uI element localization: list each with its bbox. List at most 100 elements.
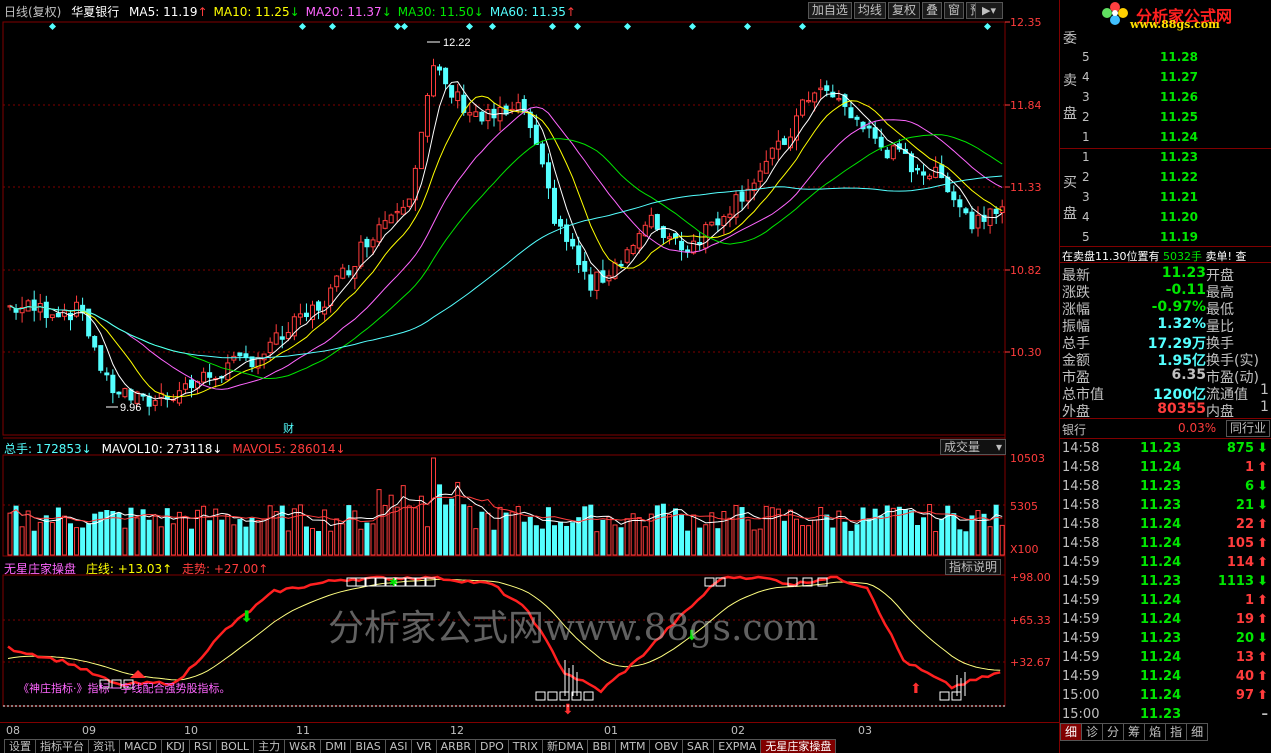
indicator-name[interactable]: 无星庄家操盘 bbox=[4, 562, 76, 576]
chart-canvas[interactable]: ⬇⬇✱⬆⬇ 12.22 9.96 财 分析家公式网www.88gs.com 《神… bbox=[0, 0, 1058, 722]
indicator-tab[interactable]: ASI bbox=[384, 739, 413, 753]
indicator-tab[interactable]: 无星庄家操盘 bbox=[760, 739, 837, 753]
indicator-tab[interactable]: BBI bbox=[587, 739, 616, 753]
indicator-tab[interactable]: 指标平台 bbox=[35, 739, 89, 753]
indicator-tab[interactable]: W&R bbox=[284, 739, 322, 753]
candle-body bbox=[273, 332, 279, 345]
volume-bar bbox=[691, 514, 697, 556]
expand-menu-button[interactable]: ▶▾ bbox=[975, 2, 1003, 19]
kline-chart-area[interactable]: ⬇ ⬇ ✱ ⬆ ⬇ 12.22 9.96 财 分析家公式网www.88gs.com 《神… bbox=[0, 0, 1058, 722]
volume-bar bbox=[358, 528, 364, 556]
indicator-tab[interactable]: 设置 bbox=[4, 739, 36, 753]
sell-level-row[interactable]: 5 11.28 bbox=[1080, 48, 1270, 68]
buy-level-row[interactable]: 1 11.23 bbox=[1080, 148, 1270, 168]
tick-row: 14:58 11.24 22 ⬆ bbox=[1060, 517, 1271, 536]
same-industry-button[interactable]: 同行业 bbox=[1226, 420, 1271, 437]
candle-body bbox=[630, 244, 636, 255]
high-annotation: 12.22 bbox=[427, 37, 471, 49]
tick-price: 11.23 bbox=[1140, 707, 1182, 722]
indicator-tab[interactable]: MTM bbox=[614, 739, 651, 753]
indicator-tab[interactable]: SAR bbox=[681, 739, 715, 753]
signal-markers bbox=[48, 22, 992, 31]
tick-price: 11.24 bbox=[1140, 612, 1182, 627]
indicator-tab[interactable]: EXPMA bbox=[713, 739, 762, 753]
candle-body bbox=[225, 362, 231, 381]
tick-price: 11.23 bbox=[1140, 479, 1182, 494]
indicator-tabs: 设置 指标平台 资讯 MACD KDJ RSI BOLL 主力 W&R DMI BIAS ASI VR A… bbox=[4, 739, 837, 753]
quote-tab[interactable]: 焰 bbox=[1144, 723, 1167, 741]
toolbar-button[interactable]: 窗 bbox=[943, 2, 964, 19]
volume-bar bbox=[25, 510, 31, 556]
quote-tab[interactable]: 细 bbox=[1186, 723, 1209, 741]
tick-row: 14:59 11.24 1 ⬆ bbox=[1060, 593, 1271, 612]
volume-bar bbox=[836, 510, 842, 556]
quote-tab[interactable]: 诊 bbox=[1081, 723, 1104, 741]
indicator-tab[interactable]: 新DMA bbox=[541, 739, 589, 753]
volume-bar bbox=[328, 530, 334, 556]
indicator-tab[interactable]: BIAS bbox=[350, 739, 386, 753]
quote-tabs: 细诊分筹焰指细 bbox=[1060, 723, 1209, 741]
quote-tab[interactable]: 指 bbox=[1165, 723, 1188, 741]
sell-level-row[interactable]: 1 11.24 bbox=[1080, 128, 1270, 148]
volume-bar bbox=[709, 512, 715, 556]
toolbar-button[interactable]: 加自选 bbox=[807, 2, 852, 19]
chart-mode[interactable]: 日线(复权) bbox=[4, 5, 61, 19]
indicator-help-button[interactable]: 指标说明 bbox=[945, 559, 1001, 575]
candle-body bbox=[340, 267, 346, 279]
volume-bar bbox=[969, 515, 975, 556]
indicator-tab[interactable]: ARBR bbox=[435, 739, 477, 753]
candle-body bbox=[757, 170, 763, 182]
sell-level-row[interactable]: 3 11.26 bbox=[1080, 88, 1270, 108]
buy-level-row[interactable]: 4 11.20 bbox=[1080, 208, 1270, 228]
toolbar-button[interactable]: 复权 bbox=[887, 2, 920, 19]
quote-tab[interactable]: 细 bbox=[1060, 723, 1083, 741]
month-label: 01 bbox=[604, 724, 618, 737]
volume-bar bbox=[473, 528, 479, 556]
volume-type-select[interactable]: 成交量 ▾ bbox=[940, 439, 1006, 455]
indicator-tab[interactable]: 主力 bbox=[253, 739, 286, 753]
sector-name[interactable]: 银行 bbox=[1062, 421, 1086, 438]
signal-diamond bbox=[488, 22, 497, 31]
indicator-tab[interactable]: KDJ bbox=[160, 739, 190, 753]
indicator-tab[interactable]: VR bbox=[411, 739, 437, 753]
volume-bar bbox=[558, 521, 564, 556]
sell-level-row[interactable]: 4 11.27 bbox=[1080, 68, 1270, 88]
indicator-tab[interactable]: TRIX bbox=[507, 739, 543, 753]
candle-body bbox=[890, 145, 896, 160]
volume-select-label: 成交量 bbox=[944, 440, 981, 454]
indicator-tab[interactable]: OBV bbox=[649, 739, 683, 753]
volume-bar bbox=[606, 516, 612, 556]
tick-volume: 13 bbox=[1235, 650, 1254, 665]
volume-bar bbox=[552, 525, 557, 556]
buy-level-row[interactable]: 2 11.22 bbox=[1080, 168, 1270, 188]
indicator-tab[interactable]: DMI bbox=[320, 739, 352, 753]
order-price: 11.27 bbox=[1160, 70, 1198, 84]
volume-bar bbox=[660, 503, 666, 556]
volume-bar bbox=[582, 506, 588, 556]
candle-body bbox=[146, 395, 152, 407]
toolbar-button[interactable]: 叠 bbox=[921, 2, 942, 19]
indicator-tab[interactable]: 资讯 bbox=[88, 739, 120, 753]
buy-level-row[interactable]: 3 11.21 bbox=[1080, 188, 1270, 208]
indicator-tab[interactable]: BOLL bbox=[215, 739, 255, 753]
quote-tab[interactable]: 分 bbox=[1102, 723, 1125, 741]
indicator-tab[interactable]: RSI bbox=[188, 739, 217, 753]
candle-body bbox=[437, 66, 443, 71]
volume-bar bbox=[491, 529, 497, 556]
tick-time: 14:59 bbox=[1062, 593, 1100, 608]
tick-price: 11.23 bbox=[1140, 498, 1182, 513]
volume-bar bbox=[431, 457, 436, 556]
candle-body bbox=[993, 208, 999, 214]
mavol10-label: MAVOL10: 273118↓ bbox=[101, 442, 223, 456]
sell-level-row[interactable]: 2 11.25 bbox=[1080, 108, 1270, 128]
quote-tab[interactable]: 筹 bbox=[1123, 723, 1146, 741]
buy-level-row[interactable]: 5 11.19 bbox=[1080, 228, 1270, 248]
candle-body bbox=[951, 191, 957, 201]
month-label: 09 bbox=[82, 724, 96, 737]
indicator-tab[interactable]: MACD bbox=[119, 739, 162, 753]
toolbar-button[interactable]: 均线 bbox=[853, 2, 886, 19]
candle-body bbox=[92, 336, 98, 348]
indicator-tab[interactable]: DPO bbox=[475, 739, 509, 753]
candle-body bbox=[539, 143, 545, 165]
candle-body bbox=[576, 245, 582, 266]
